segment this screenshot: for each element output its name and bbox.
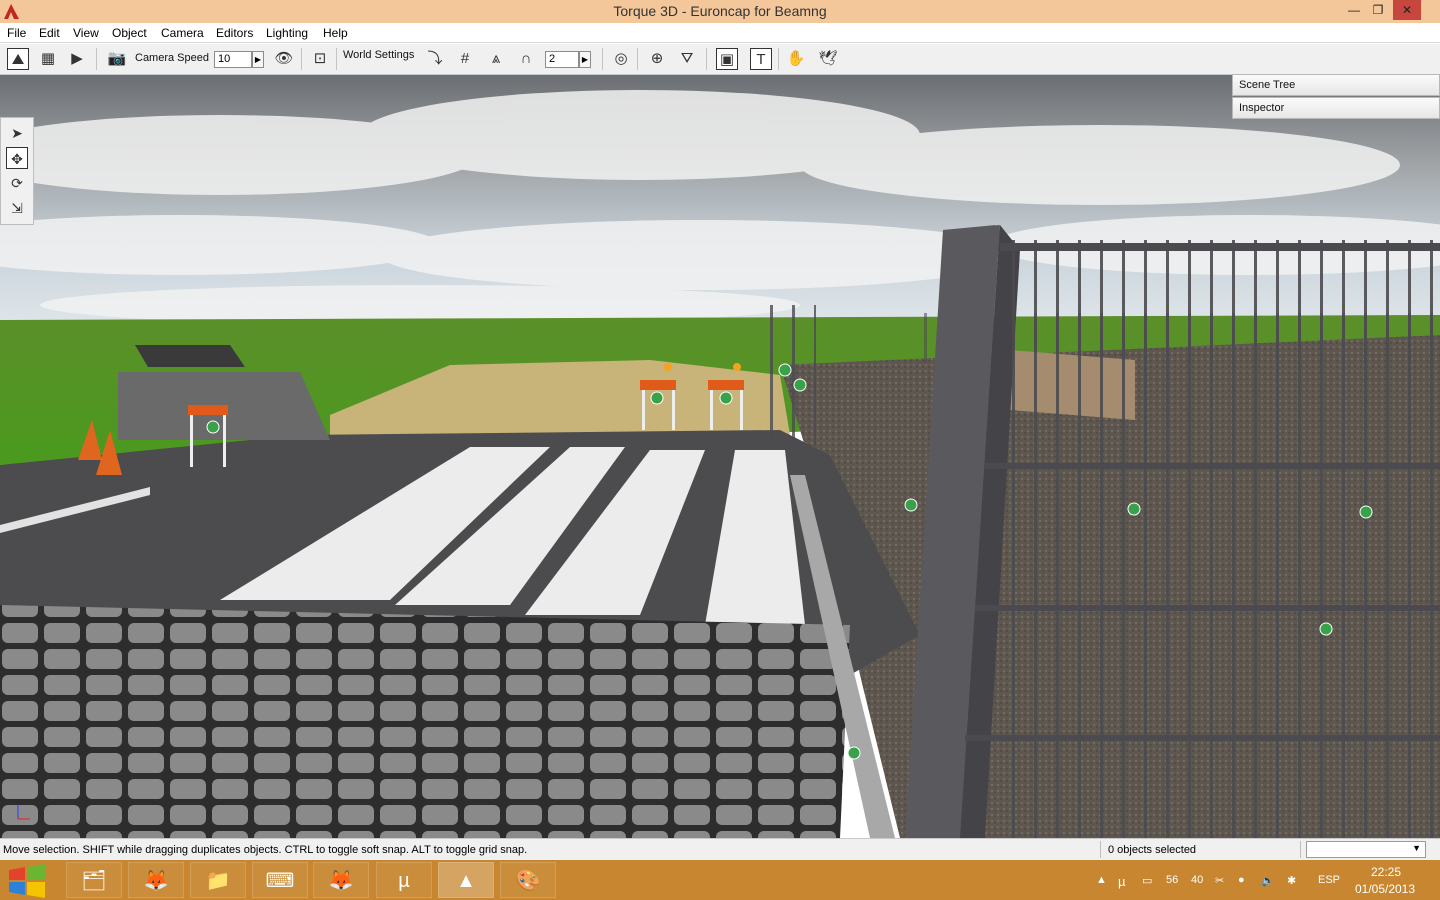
utorrent-task[interactable]: µ <box>376 862 432 898</box>
object-center-icon[interactable]: ◎ <box>610 48 632 70</box>
3d-viewport[interactable] <box>0 75 1440 838</box>
status-bar: Move selection. SHIFT while dragging dup… <box>0 838 1440 860</box>
world-settings-button[interactable]: World Settings <box>343 49 414 61</box>
camera-icon[interactable]: 📷 <box>106 48 128 70</box>
main-toolbar: ⛰ ▦ ▶ 📷 Camera Speed 10 ▶ 👁 ⊡ World Sett… <box>0 44 1440 75</box>
select-arrow-icon[interactable]: ➤ <box>6 122 28 144</box>
close-button[interactable]: ✕ <box>1393 0 1421 20</box>
gui-editor-icon[interactable]: ▦ <box>37 48 59 70</box>
title-bar: Torque 3D - Euroncap for Beamng — ❐ ✕ <box>0 0 1440 23</box>
folder-task[interactable]: 📁 <box>190 862 246 898</box>
windows-start-icon[interactable] <box>6 864 48 898</box>
menu-file[interactable]: File <box>7 26 26 40</box>
tray-number-2: 40 <box>1191 874 1204 886</box>
chrome-tray-icon[interactable]: ● <box>1238 874 1245 886</box>
menu-help[interactable]: Help <box>323 26 348 40</box>
menu-camera[interactable]: Camera <box>161 26 204 40</box>
world-transform-icon[interactable]: ⊕ <box>646 48 668 70</box>
scene-render[interactable] <box>0 75 1440 838</box>
world-editor-icon[interactable]: ⛰ <box>7 48 29 70</box>
volume-icon[interactable]: 🔈 <box>1261 874 1275 887</box>
cmd-task[interactable]: ⌨ <box>252 862 308 898</box>
file-explorer-task[interactable]: 🗂 <box>66 862 122 898</box>
utorrent-tray-icon[interactable]: µ <box>1118 874 1126 889</box>
menu-edit[interactable]: Edit <box>39 26 60 40</box>
grid-size-increment[interactable]: ▶ <box>579 51 591 68</box>
prefab-icon[interactable]: ✋ <box>785 48 807 70</box>
network-icon[interactable]: ✱ <box>1287 874 1296 887</box>
firefox-task-2[interactable]: 🦊 <box>313 862 369 898</box>
display-tray-icon[interactable]: ▭ <box>1142 874 1152 887</box>
tools-tray-icon[interactable]: ✂ <box>1215 874 1224 887</box>
bird-icon[interactable]: 🕊 <box>817 48 839 70</box>
terrain-snap-icon[interactable]: ⤵ <box>424 48 446 70</box>
status-dropdown[interactable]: ▼ <box>1306 841 1426 858</box>
magnet-snap-icon[interactable]: ∩ <box>515 48 537 70</box>
clock-time[interactable]: 22:25 <box>1364 865 1408 879</box>
language-indicator[interactable]: ESP <box>1318 874 1340 886</box>
menu-object[interactable]: Object <box>112 26 147 40</box>
tray-number-1: 56 <box>1166 874 1179 886</box>
camera-speed-label: Camera Speed <box>135 52 209 64</box>
paint-task[interactable]: 🎨 <box>500 862 556 898</box>
selection-count: 0 objects selected <box>1108 844 1197 856</box>
tray-expand-icon[interactable]: ▲ <box>1096 874 1107 886</box>
menu-bar: File Edit View Object Camera Editors Lig… <box>0 23 1440 43</box>
chevron-down-icon: ▼ <box>1412 843 1421 853</box>
clock-date[interactable]: 01/05/2013 <box>1352 882 1418 896</box>
window-title: Torque 3D - Euroncap for Beamng <box>613 3 827 19</box>
grid-snap-icon[interactable]: # <box>454 48 476 70</box>
maximize-button[interactable]: ❐ <box>1364 0 1392 20</box>
selection-icon[interactable]: ▣ <box>716 48 738 70</box>
menu-lighting[interactable]: Lighting <box>266 26 308 40</box>
rotate-tool-icon[interactable]: ⟳ <box>6 172 28 194</box>
play-game-icon[interactable]: ▶ <box>66 48 88 70</box>
text-label-icon[interactable]: T <box>750 48 772 70</box>
near-fence <box>905 225 1440 838</box>
tool-palette: ➤ ✥ ⟳ ⇲ <box>0 117 34 225</box>
inspector-panel[interactable]: Inspector <box>1232 97 1440 119</box>
status-hint: Move selection. SHIFT while dragging dup… <box>3 844 528 856</box>
move-tool-icon[interactable]: ✥ <box>6 147 28 169</box>
firefox-task[interactable]: 🦊 <box>128 862 184 898</box>
taskbar: 🗂 🦊 📁 ⌨ 🦊 µ ▲ 🎨 ▲ µ ▭ 56 40 ✂ ● 🔈 ✱ ESP … <box>0 860 1440 900</box>
grid-size-input[interactable]: 2 <box>545 51 579 68</box>
scale-tool-icon[interactable]: ⇲ <box>6 197 28 219</box>
bounds-snap-icon[interactable]: ⩓ <box>485 48 507 70</box>
fit-view-icon[interactable]: ⊡ <box>309 48 331 70</box>
object-transform-icon[interactable]: ⛛ <box>676 48 698 70</box>
scene-tree-panel[interactable]: Scene Tree <box>1232 74 1440 96</box>
torque-task[interactable]: ▲ <box>438 862 494 898</box>
camera-speed-input[interactable]: 10 <box>214 51 252 68</box>
visibility-eye-icon[interactable]: 👁 <box>273 48 295 70</box>
menu-view[interactable]: View <box>73 26 99 40</box>
camera-speed-increment[interactable]: ▶ <box>252 51 264 68</box>
cobblestone-pavement <box>0 605 850 838</box>
menu-editors[interactable]: Editors <box>216 26 253 40</box>
